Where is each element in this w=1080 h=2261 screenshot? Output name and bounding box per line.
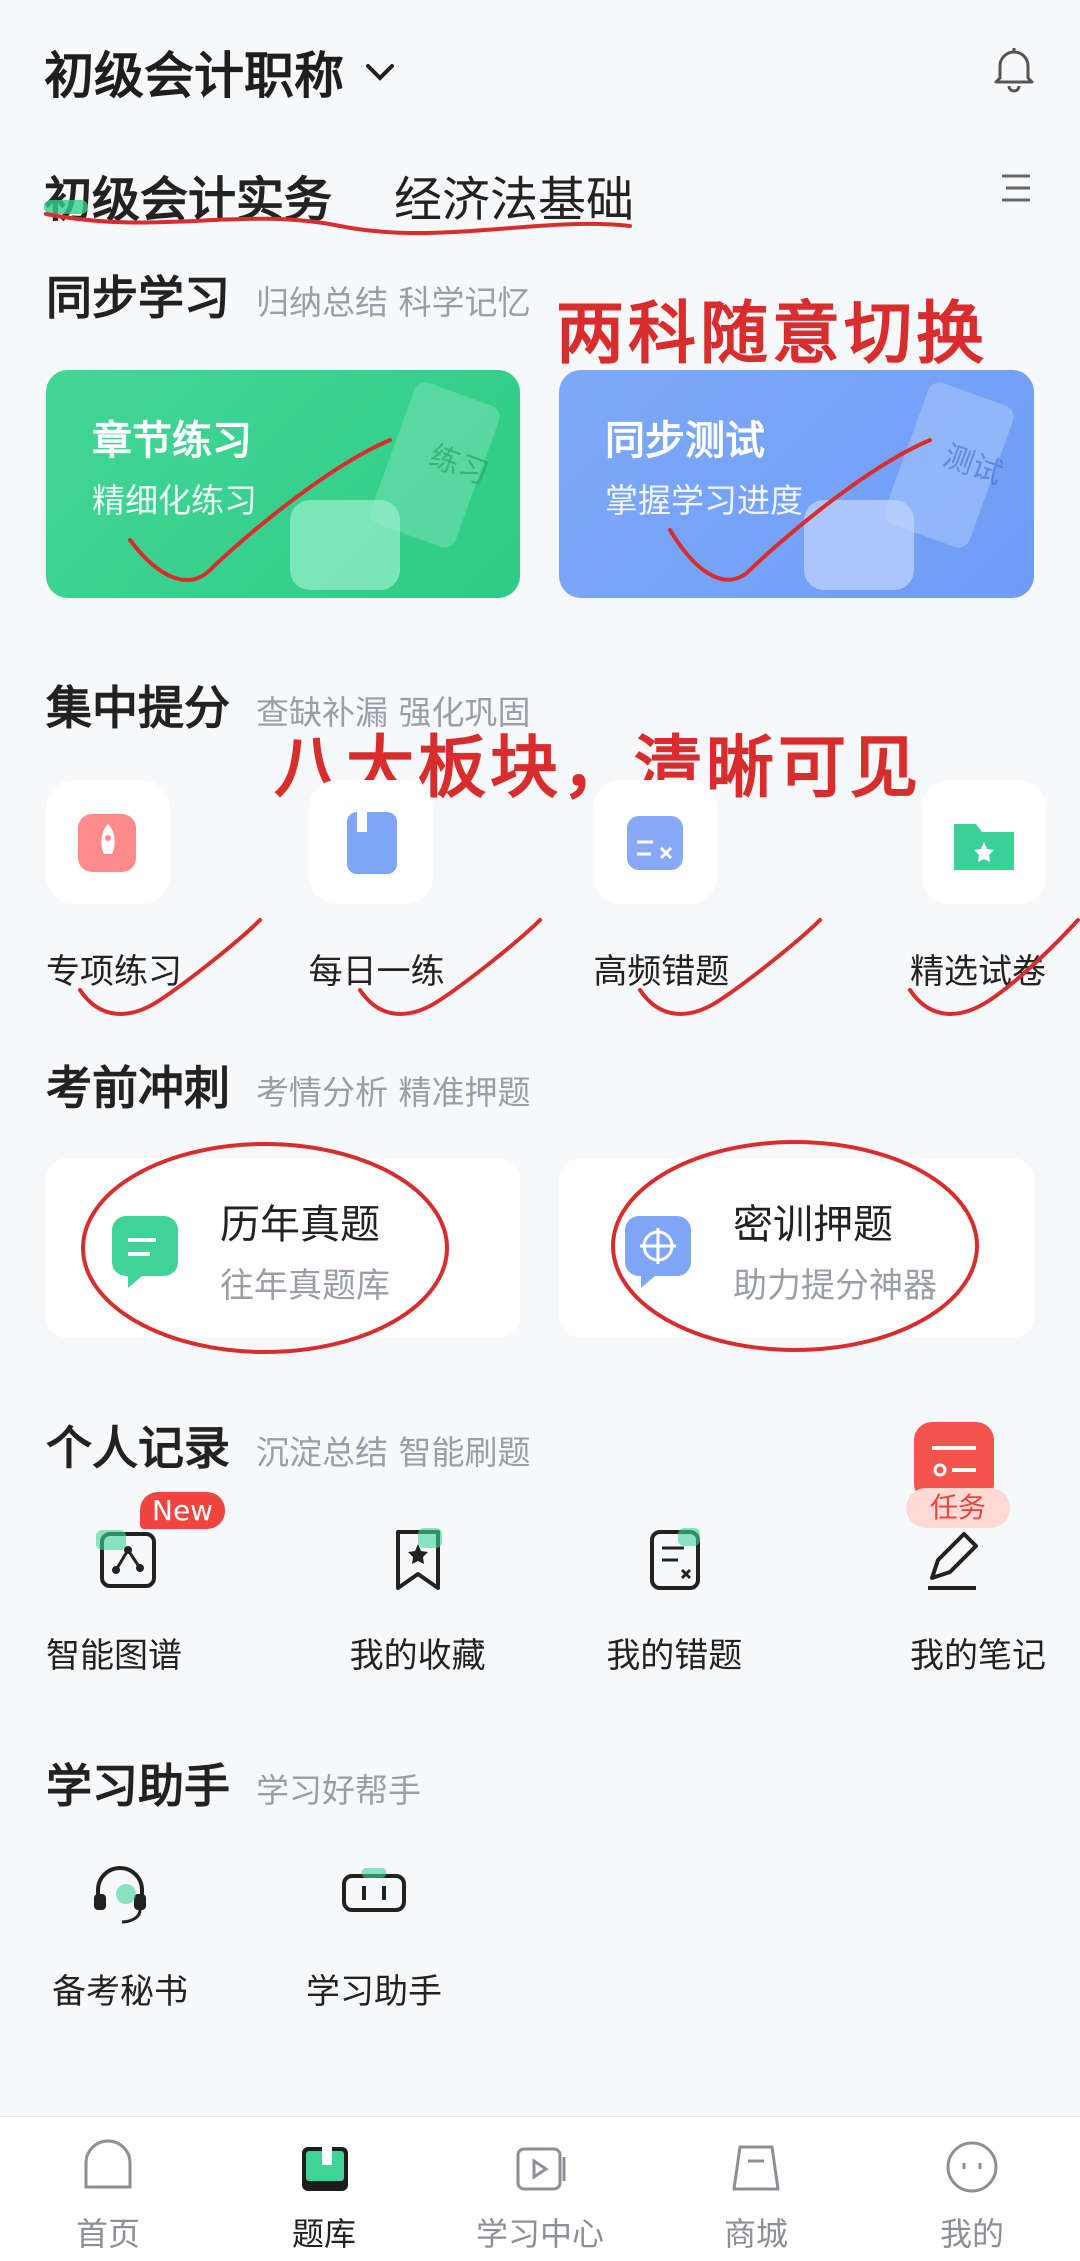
exam-selector[interactable]: 初级会计职称: [44, 36, 398, 108]
circle-annotation: [81, 1142, 449, 1354]
nav-label: 学习中心: [475, 2215, 604, 2253]
exam-title: 初级会计职称: [44, 47, 344, 105]
item-label: 学习助手: [306, 1972, 442, 2012]
section-records: 个人记录 沉淀总结 智能刷题: [46, 1412, 531, 1478]
section-subtitle: 考情分析 精准押题: [256, 1073, 531, 1112]
shopping-bag-icon: [732, 2145, 780, 2191]
circle-annotation: [611, 1140, 979, 1352]
section-subtitle: 归纳总结 科学记忆: [256, 283, 531, 322]
exam-secretary-item[interactable]: 备考秘书: [46, 1852, 194, 2013]
check-annotation: [668, 438, 932, 582]
my-favorites-item[interactable]: 我的收藏: [303, 1520, 533, 1677]
error-list-icon: [650, 1528, 701, 1590]
nav-mine[interactable]: 我的: [864, 2117, 1080, 2261]
check-annotation: [128, 438, 392, 582]
item-label: 我的错题: [606, 1636, 743, 1676]
switch-annotation: 两科随意切换: [556, 294, 989, 374]
red-underline-annotation: [44, 212, 632, 236]
nav-label: 我的: [939, 2215, 1004, 2253]
robot-icon: [342, 1868, 406, 1912]
nav-learning-center[interactable]: 学习中心: [432, 2117, 648, 2261]
study-assistant-item[interactable]: 学习助手: [300, 1852, 448, 2013]
section-title: 个人记录: [46, 1421, 230, 1475]
check-marks-annotation: [78, 918, 1080, 1016]
section-subtitle: 学习好帮手: [256, 1771, 421, 1810]
item-label: 我的收藏: [349, 1636, 486, 1676]
book-icon: [308, 780, 433, 904]
wrong-answers-icon: [593, 780, 718, 904]
headset-icon: [94, 1866, 146, 1924]
section-title: 集中提分: [46, 681, 230, 735]
item-label: 备考秘书: [52, 1972, 188, 2012]
item-label: 我的笔记: [909, 1636, 1046, 1676]
play-video-icon: [516, 2147, 566, 2191]
pencil-icon: [927, 1532, 978, 1590]
smart-graph-item[interactable]: 智能图谱: [46, 1520, 276, 1677]
question-bank-icon: [302, 2147, 348, 2191]
bottom-nav: 首页 题库 学习中心 商城 我的: [0, 2116, 1080, 2261]
section-title: 考前冲刺: [46, 1061, 230, 1115]
section-title: 学习助手: [46, 1759, 230, 1813]
bookmark-star-icon: [395, 1528, 442, 1590]
nav-mall[interactable]: 商城: [648, 2117, 864, 2261]
folder-star-icon: [921, 780, 1046, 904]
section-sync-learning: 同步学习 归纳总结 科学记忆: [46, 262, 531, 328]
section-title: 同步学习: [46, 271, 230, 325]
profile-face-icon: [946, 2141, 998, 2193]
bell-icon[interactable]: [986, 40, 1042, 96]
nav-label: 题库: [291, 2215, 356, 2253]
nav-label: 商城: [723, 2215, 788, 2253]
section-subtitle: 沉淀总结 智能刷题: [256, 1433, 531, 1472]
my-mistakes-item[interactable]: 我的错题: [559, 1520, 789, 1677]
assistant-grid: 备考秘书 学习助手: [46, 1852, 448, 2013]
home-icon: [84, 2139, 132, 2189]
item-label: 智能图谱: [46, 1636, 182, 1676]
menu-icon[interactable]: [998, 170, 1034, 206]
nav-home[interactable]: 首页: [0, 2117, 216, 2261]
graph-icon: [96, 1530, 156, 1588]
section-assistant: 学习助手 学习好帮手: [46, 1750, 421, 1816]
chevron-down-icon: [366, 64, 394, 81]
my-notes-item[interactable]: 我的笔记: [816, 1520, 1046, 1677]
nav-label: 首页: [75, 2215, 140, 2253]
records-grid: 智能图谱 我的收藏 我的错题 我的笔记: [46, 1520, 1046, 1677]
nav-question-bank[interactable]: 题库: [216, 2117, 432, 2261]
rocket-icon: [46, 780, 170, 904]
section-sprint: 考前冲刺 考情分析 精准押题: [46, 1052, 531, 1118]
